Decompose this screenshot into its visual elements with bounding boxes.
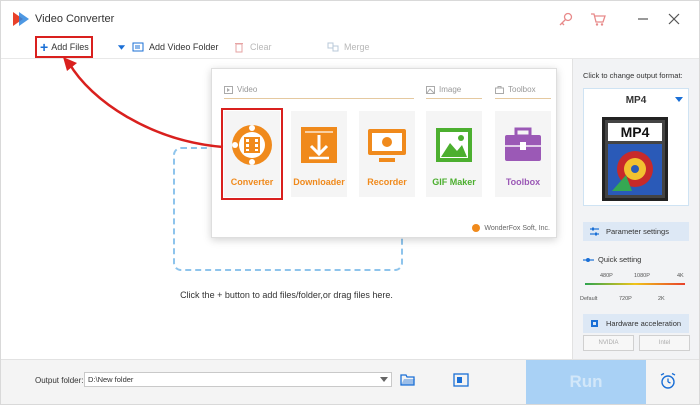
toolbox-section-icon bbox=[495, 85, 504, 94]
section-toolbox: Toolbox bbox=[495, 85, 536, 94]
nvidia-option[interactable]: NVIDIA bbox=[583, 335, 634, 351]
bottom-bar: Output folder: D:\New folder Run bbox=[1, 359, 699, 404]
slider-icon bbox=[583, 257, 594, 262]
run-button[interactable]: Run bbox=[526, 360, 646, 404]
add-video-folder-label: Add Video Folder bbox=[149, 42, 219, 52]
parameter-settings-button[interactable]: Parameter settings bbox=[583, 222, 689, 241]
app-window: Video Converter + Add Files Add Video Fo… bbox=[0, 0, 700, 405]
tile-toolbox-label: Toolbox bbox=[505, 177, 541, 187]
drop-hint: Click the + button to add files/folder,o… bbox=[180, 290, 393, 300]
chevron-down-icon bbox=[675, 97, 683, 102]
clear-button[interactable]: Clear bbox=[233, 39, 272, 55]
video-section-icon bbox=[224, 85, 233, 94]
add-video-folder-button[interactable]: Add Video Folder bbox=[117, 39, 218, 55]
image-icon bbox=[436, 128, 472, 162]
add-files-label: Add Files bbox=[51, 42, 89, 52]
output-panel: Click to change output format: MP4 MP4 P… bbox=[572, 59, 699, 359]
tile-gif-maker-label: GIF Maker bbox=[432, 177, 476, 187]
chevron-down-icon[interactable] bbox=[380, 377, 388, 382]
brand-logo-icon bbox=[472, 224, 481, 232]
window-title: Video Converter bbox=[35, 13, 115, 25]
tile-downloader[interactable]: Downloader bbox=[291, 111, 347, 197]
section-video-divider bbox=[224, 98, 414, 99]
section-toolbox-divider bbox=[495, 98, 551, 99]
format-art-label: MP4 bbox=[621, 124, 650, 140]
merge-label: Merge bbox=[344, 42, 370, 52]
download-icon bbox=[301, 127, 337, 163]
trash-icon bbox=[235, 43, 243, 53]
tile-gif-maker[interactable]: GIF Maker bbox=[426, 111, 482, 197]
quick-setting-label: Quick setting bbox=[583, 255, 641, 264]
cart-icon[interactable] bbox=[590, 11, 606, 27]
tile-converter[interactable]: Converter bbox=[221, 108, 283, 200]
chevron-down-icon bbox=[117, 45, 126, 50]
output-format-selector[interactable]: MP4 MP4 bbox=[583, 88, 689, 206]
minimize-icon[interactable] bbox=[635, 11, 651, 27]
merge-icon bbox=[327, 42, 339, 52]
screen-record-icon bbox=[368, 129, 406, 162]
quality-tick-720p: 720P bbox=[619, 296, 632, 302]
tools-popup: Video Image Toolbox Converter Downloader… bbox=[211, 68, 557, 238]
output-format-name: MP4 bbox=[625, 95, 647, 106]
toolbar: + Add Files Add Video Folder Clear Merge bbox=[1, 35, 699, 59]
alarm-clock-icon[interactable] bbox=[659, 372, 677, 390]
output-folder-value: D:\New folder bbox=[88, 375, 134, 384]
open-folder-icon[interactable] bbox=[400, 373, 416, 387]
section-video: Video bbox=[224, 85, 257, 94]
quality-tick-480p: 480P bbox=[600, 273, 613, 279]
quality-tick-1080p: 1080P bbox=[634, 273, 650, 279]
section-image-divider bbox=[426, 98, 482, 99]
clear-label: Clear bbox=[250, 42, 272, 52]
add-files-button[interactable]: + Add Files bbox=[35, 36, 93, 58]
film-reel-icon bbox=[232, 125, 272, 165]
chip-icon bbox=[591, 320, 598, 327]
output-folder-field[interactable]: D:\New folder bbox=[84, 372, 392, 387]
output-folder-label: Output folder: bbox=[35, 376, 84, 385]
key-icon[interactable] bbox=[558, 11, 574, 27]
hardware-acceleration-toggle[interactable]: Hardware acceleration bbox=[583, 314, 689, 333]
toolbox-icon bbox=[505, 127, 541, 161]
intel-option[interactable]: Intel bbox=[639, 335, 690, 351]
tile-converter-label: Converter bbox=[230, 177, 274, 187]
title-bar: Video Converter bbox=[1, 1, 699, 35]
tile-downloader-label: Downloader bbox=[293, 177, 345, 187]
app-logo-icon bbox=[13, 12, 29, 26]
brand-footer: WonderFox Soft, Inc. bbox=[472, 224, 550, 232]
output-format-hint: Click to change output format: bbox=[583, 71, 683, 80]
folder-icon bbox=[132, 42, 144, 52]
merge-button[interactable]: Merge bbox=[327, 39, 370, 55]
quality-tick-4k: 4K bbox=[677, 273, 684, 279]
quality-tick-2k: 2K bbox=[658, 296, 665, 302]
tile-recorder[interactable]: Recorder bbox=[359, 111, 415, 197]
quality-slider[interactable] bbox=[585, 283, 685, 285]
output-preview-icon[interactable] bbox=[453, 373, 469, 387]
mp4-format-icon: MP4 bbox=[602, 117, 668, 201]
sliders-icon bbox=[590, 227, 599, 236]
plus-icon: + bbox=[40, 39, 49, 55]
close-icon[interactable] bbox=[666, 11, 682, 27]
section-image: Image bbox=[426, 85, 461, 94]
image-section-icon bbox=[426, 85, 435, 94]
tile-recorder-label: Recorder bbox=[367, 177, 407, 187]
hardware-options: NVIDIA Intel bbox=[583, 335, 690, 351]
tile-toolbox[interactable]: Toolbox bbox=[495, 111, 551, 197]
quality-tick-default: Default bbox=[580, 296, 598, 302]
